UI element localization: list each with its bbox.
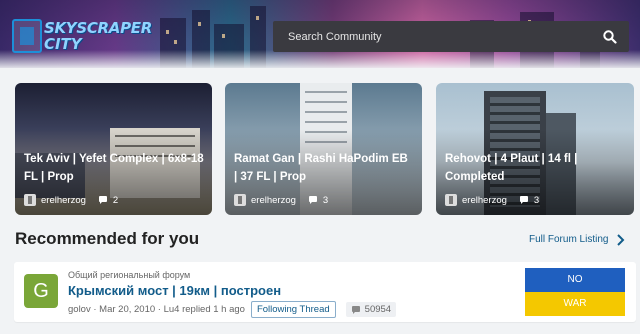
site-header: SKYSCRAPER CITY Search Community xyxy=(0,0,640,68)
featured-card-3[interactable]: Rehovot | 4 Plaut | 14 fl | Completed er… xyxy=(436,83,634,215)
search-icon[interactable] xyxy=(603,30,617,44)
recommended-heading: Recommended for you xyxy=(15,229,200,248)
search-input[interactable]: Search Community xyxy=(273,21,629,52)
site-logo[interactable]: SKYSCRAPER CITY xyxy=(12,16,152,56)
full-forum-listing-link[interactable]: Full Forum Listing xyxy=(529,234,608,245)
comment-icon xyxy=(519,196,528,204)
comment-count: 3 xyxy=(533,194,540,206)
forum-name[interactable]: Общий региональный форум xyxy=(68,270,190,280)
card-title[interactable]: Ramat Gan | Rashi HaPodim EB | 37 FL | P… xyxy=(234,150,414,186)
card-meta: erelherzog 3 xyxy=(445,194,539,206)
banner-bottom: WAR xyxy=(525,292,625,316)
featured-card-1[interactable]: Tek Aviv | Yefet Complex | 6x8-18 FL | P… xyxy=(15,83,212,215)
thread-author[interactable]: golov xyxy=(68,304,91,315)
card-author[interactable]: erelherzog xyxy=(251,195,296,206)
card-meta: erelherzog 2 xyxy=(24,194,118,206)
logo-text-line1: SKYSCRAPER xyxy=(43,18,152,37)
banner-top: NO xyxy=(525,268,625,292)
comment-icon xyxy=(308,196,317,204)
featured-card-2[interactable]: Ramat Gan | Rashi HaPodim EB | 37 FL | P… xyxy=(225,83,422,215)
comment-icon xyxy=(98,196,107,204)
chevron-right-icon[interactable] xyxy=(615,234,625,246)
thread-meta: golov · Mar 20, 2010 · Lu4 replied 1 h a… xyxy=(68,301,397,318)
thread-date: Mar 20, 2010 xyxy=(99,304,156,315)
card-meta: erelherzog 3 xyxy=(234,194,328,206)
comment-count: 2 xyxy=(112,194,119,206)
author-avatar[interactable] xyxy=(445,194,457,206)
reply-count-value: 50954 xyxy=(364,304,392,315)
reply-count: 50954 xyxy=(345,302,397,317)
thread-title[interactable]: Крымский мост | 19км | построен xyxy=(68,283,281,298)
card-title[interactable]: Tek Aviv | Yefet Complex | 6x8-18 FL | P… xyxy=(24,150,204,186)
comment-count: 3 xyxy=(322,194,329,206)
author-avatar[interactable] xyxy=(24,194,36,206)
author-avatar[interactable] xyxy=(234,194,246,206)
thread-row[interactable]: G Общий региональный форум Крымский мост… xyxy=(14,262,636,322)
comment-icon xyxy=(351,305,360,314)
card-author[interactable]: erelherzog xyxy=(462,195,507,206)
card-author[interactable]: erelherzog xyxy=(41,195,86,206)
logo-mark-icon xyxy=(12,19,42,53)
last-reply[interactable]: Lu4 replied 1 h ago xyxy=(164,304,245,315)
logo-text-line2: CITY xyxy=(43,34,82,53)
no-war-banner: NO WAR xyxy=(525,268,625,316)
following-thread-button[interactable]: Following Thread xyxy=(250,301,336,318)
search-placeholder: Search Community xyxy=(288,30,382,43)
card-title[interactable]: Rehovot | 4 Plaut | 14 fl | Completed xyxy=(445,150,626,186)
avatar[interactable]: G xyxy=(24,274,58,308)
